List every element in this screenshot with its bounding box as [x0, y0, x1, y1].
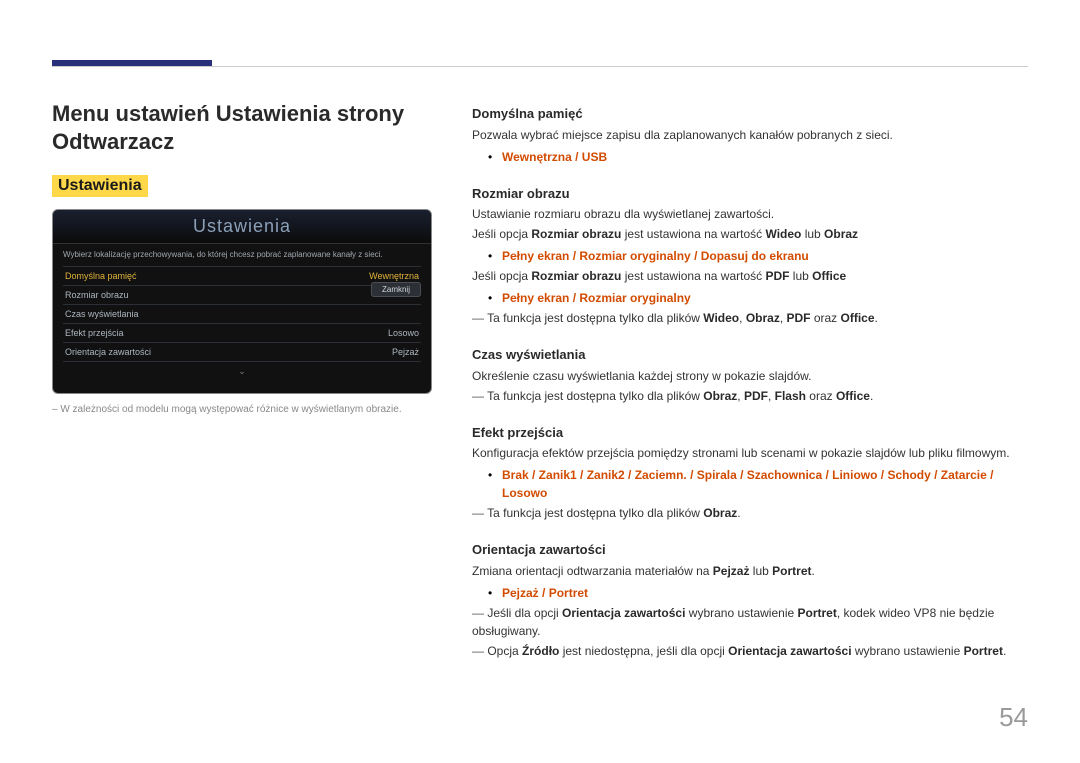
note2-orientation: Opcja Źródło jest niedostępna, jeśli dla…	[472, 642, 1028, 660]
mock-row-label: Efekt przejścia	[65, 328, 124, 338]
content-columns: Menu ustawień Ustawienia strony Odtwarza…	[52, 0, 1028, 660]
mock-description: Wybierz lokalizację przechowywania, do k…	[63, 250, 421, 260]
options-transition: Brak / Zanik1 / Zanik2 / Zaciemn. / Spir…	[472, 466, 1028, 502]
chevron-down-icon[interactable]: ⌄	[63, 362, 421, 377]
mock-row-transition[interactable]: Efekt przejścia Losowo	[63, 324, 421, 343]
section-label: Ustawienia	[52, 175, 148, 197]
heading-display-time: Czas wyświetlania	[472, 345, 1028, 365]
cond2-image-size: Jeśli opcja Rozmiar obrazu jest ustawion…	[472, 267, 1028, 285]
right-column: Domyślna pamięć Pozwala wybrać miejsce z…	[472, 100, 1028, 660]
mock-row-value: Losowo	[388, 328, 419, 338]
mock-title: Ustawienia	[53, 210, 431, 244]
desc-transition: Konfiguracja efektów przejścia pomiędzy …	[472, 444, 1028, 462]
header-rule	[52, 66, 1028, 67]
mock-row-label: Orientacja zawartości	[65, 347, 151, 357]
mock-row-value: Wewnętrzna	[369, 271, 419, 281]
heading-image-size: Rozmiar obrazu	[472, 184, 1028, 204]
heading-orientation: Orientacja zawartości	[472, 540, 1028, 560]
options2-image-size: Pełny ekran / Rozmiar oryginalny	[472, 289, 1028, 307]
mock-close-button[interactable]: Zamknij	[371, 282, 421, 297]
note-image-size: Ta funkcja jest dostępna tylko dla plikó…	[472, 309, 1028, 327]
mock-row-value: Pejzaż	[392, 347, 419, 357]
heading-transition: Efekt przejścia	[472, 423, 1028, 443]
mock-row-orientation[interactable]: Orientacja zawartości Pejzaż	[63, 343, 421, 362]
mock-close-wrap: Zamknij	[371, 284, 421, 294]
note-transition: Ta funkcja jest dostępna tylko dla plikó…	[472, 504, 1028, 522]
desc-default-memory: Pozwala wybrać miejsce zapisu dla zaplan…	[472, 126, 1028, 144]
page: Menu ustawień Ustawienia strony Odtwarza…	[0, 0, 1080, 763]
desc-orientation: Zmiana orientacji odtwarzania materiałów…	[472, 562, 1028, 580]
mock-body: Wybierz lokalizację przechowywania, do k…	[53, 244, 431, 393]
note-display-time: Ta funkcja jest dostępna tylko dla plikó…	[472, 387, 1028, 405]
note1-orientation: Jeśli dla opcji Orientacja zawartości wy…	[472, 604, 1028, 640]
mock-row-image-size[interactable]: Rozmiar obrazu	[63, 286, 421, 305]
heading-default-memory: Domyślna pamięć	[472, 104, 1028, 124]
mock-row-label: Czas wyświetlania	[65, 309, 139, 319]
options-orientation: Pejzaż / Portret	[472, 584, 1028, 602]
left-column: Menu ustawień Ustawienia strony Odtwarza…	[52, 100, 432, 660]
model-note: W zależności od modelu mogą występować r…	[52, 404, 432, 415]
page-number: 54	[999, 702, 1028, 733]
cond1-image-size: Jeśli opcja Rozmiar obrazu jest ustawion…	[472, 225, 1028, 243]
options-default-memory: Wewnętrzna / USB	[472, 148, 1028, 166]
desc-display-time: Określenie czasu wyświetlania każdej str…	[472, 367, 1028, 385]
page-title: Menu ustawień Ustawienia strony Odtwarza…	[52, 100, 432, 155]
mock-row-default-memory[interactable]: Domyślna pamięć Wewnętrzna	[63, 267, 421, 286]
mock-row-label: Rozmiar obrazu	[65, 290, 129, 300]
settings-mock-window: Ustawienia Wybierz lokalizację przechowy…	[52, 209, 432, 394]
mock-row-display-time[interactable]: Czas wyświetlania	[63, 305, 421, 324]
options1-image-size: Pełny ekran / Rozmiar oryginalny / Dopas…	[472, 247, 1028, 265]
desc-image-size: Ustawianie rozmiaru obrazu dla wyświetla…	[472, 205, 1028, 223]
mock-list: Domyślna pamięć Wewnętrzna Rozmiar obraz…	[63, 266, 421, 362]
mock-row-label: Domyślna pamięć	[65, 271, 137, 281]
